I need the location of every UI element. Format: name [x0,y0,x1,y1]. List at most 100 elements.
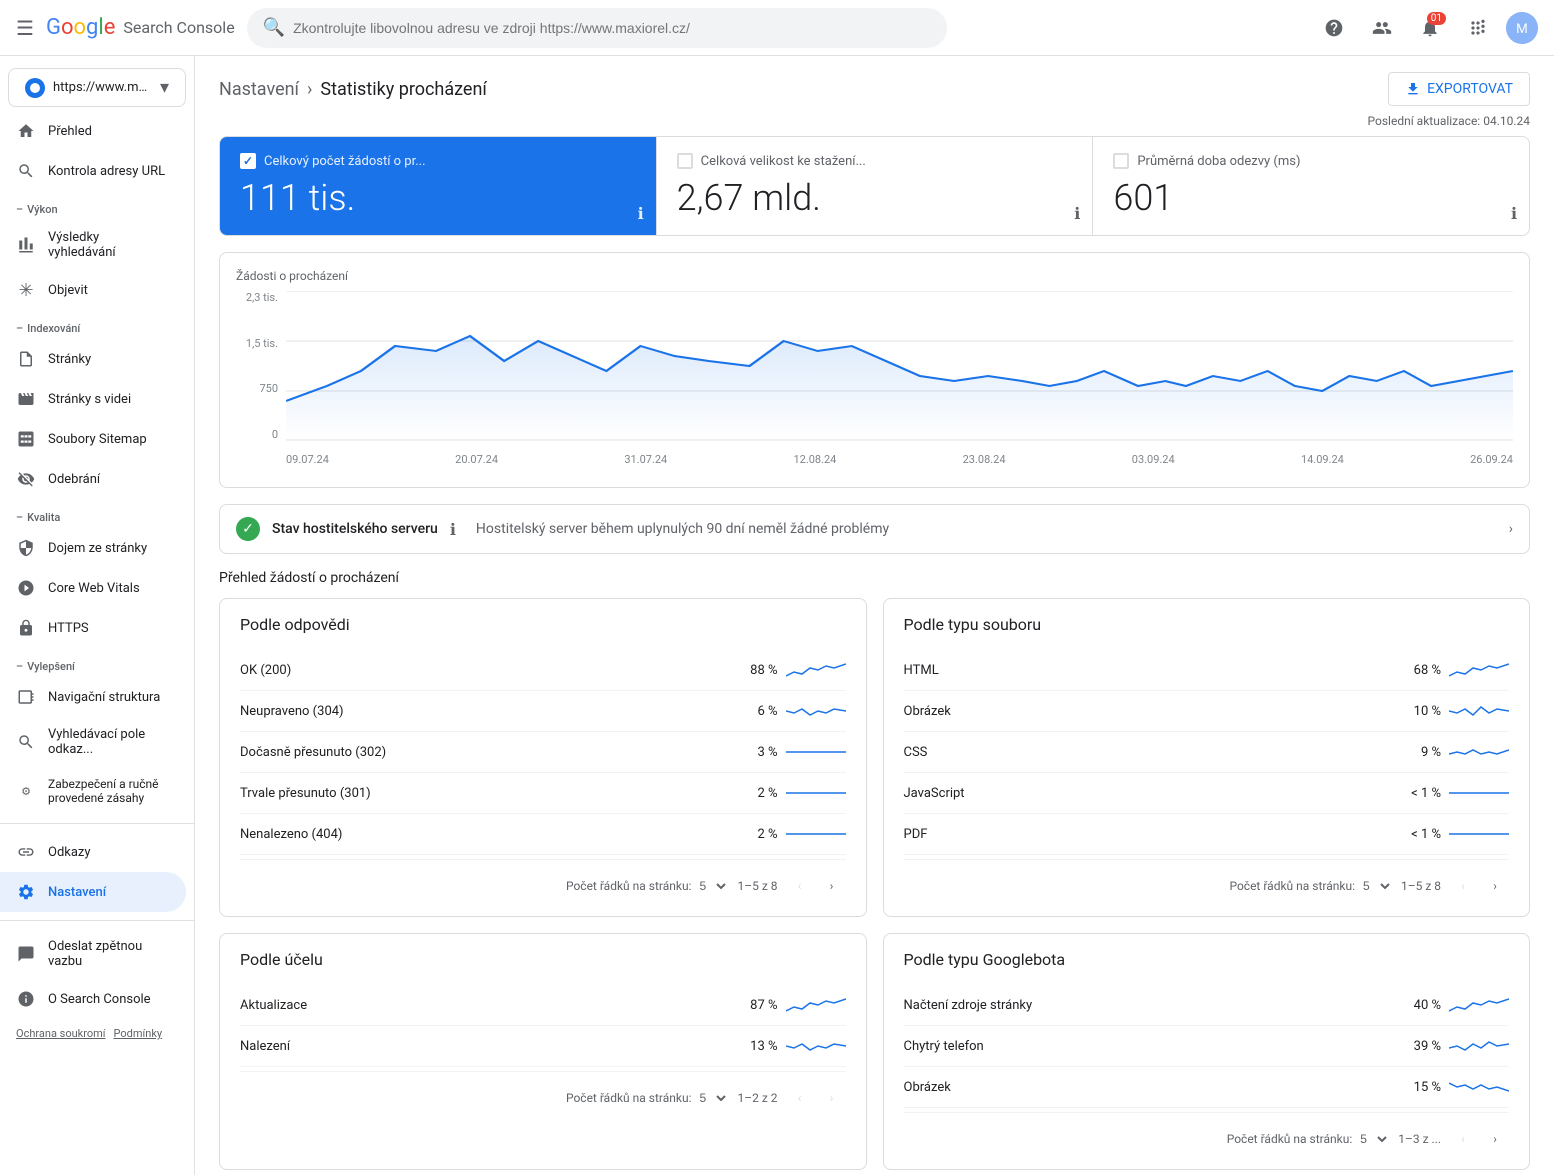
prev-page-btn[interactable]: ‹ [1449,1125,1477,1153]
rows-select[interactable]: 510 [1359,878,1393,894]
rows-label: Počet řádků na stránku: [1227,1132,1353,1146]
row-value: 68 % [1405,663,1441,678]
table-title-googlebot: Podle typu Googlebota [904,950,1510,969]
sidebar-item-feedback[interactable]: Odeslat zpětnou vazbu [0,929,186,979]
last-update: Poslední aktualizace: 04.10.24 [195,114,1554,136]
row-value: < 1 % [1405,786,1441,801]
sidebar-item-objevit[interactable]: ✳ Objevit [0,270,186,310]
rows-per-page-select[interactable]: Počet řádků na stránku: 510 [566,1090,730,1106]
help-button[interactable] [1314,8,1354,48]
search-url-icon [16,161,36,181]
rows-select[interactable]: 510 [695,1090,729,1106]
avatar[interactable]: M [1506,12,1538,44]
stat-card-requests[interactable]: ✓ Celkový počet žádostí o pr... 111 tis.… [220,137,657,235]
row-value: 40 % [1405,998,1441,1013]
stat-card-checkbox-size[interactable] [677,153,693,169]
sidebar-item-label-objevit: Objevit [48,283,88,298]
chart-x-label-7: 26.09.24 [1470,453,1513,466]
topbar-logo: Google Search Console [46,15,235,40]
row-value: 3 % [742,745,778,760]
next-page-btn[interactable]: › [818,872,846,900]
rows-label: Počet řádků na stránku: [1229,879,1355,893]
chart-x-label-0: 09.07.24 [286,453,329,466]
sidebar-item-nastaveni[interactable]: Nastavení [0,872,186,912]
chart-y-label-1: 1,5 tis. [236,337,286,350]
svg-text:M: M [1516,20,1528,36]
sidebar-item-url[interactable]: Kontrola adresy URL [0,151,186,191]
stat-card-response[interactable]: Průměrná doba odezvy (ms) 601 ℹ [1093,137,1529,235]
mini-chart [1449,993,1509,1017]
links-icon [16,842,36,862]
stat-card-header-response: Průměrná doba odezvy (ms) [1113,153,1509,169]
row-label: Obrázek [904,1080,1398,1095]
breadcrumb: Nastavení › Statistiky procházení [219,79,487,100]
menu-icon[interactable]: ☰ [16,16,34,40]
stat-card-info-requests[interactable]: ℹ [638,204,644,223]
sidebar-item-stranky[interactable]: Stránky [0,339,186,379]
stat-cards: ✓ Celkový počet žádostí o pr... 111 tis.… [219,136,1530,236]
rows-label: Počet řádků na stránku: [566,1091,692,1105]
topbar: ☰ Google Search Console 🔍 01 M [0,0,1554,56]
mini-chart [1449,740,1509,764]
sidebar-item-about[interactable]: O Search Console [0,979,186,1019]
sidebar-item-videi[interactable]: Stránky s videi [0,379,186,419]
apps-button[interactable] [1458,8,1498,48]
status-chevron-icon[interactable]: › [1509,521,1513,537]
stat-card-checkbox-response[interactable] [1113,153,1129,169]
rows-per-page-select[interactable]: Počet řádků na stránku: 510 [566,878,730,894]
rows-select[interactable]: 510 [1356,1131,1390,1147]
sidebar-item-cwv[interactable]: Core Web Vitals [0,568,186,608]
property-selector[interactable]: https://www.maxior ... ▾ [8,68,186,107]
export-button[interactable]: EXPORTOVAT [1388,72,1530,106]
prev-page-btn[interactable]: ‹ [1449,872,1477,900]
notifications-button[interactable]: 01 [1410,8,1450,48]
rows-select[interactable]: 510 [695,878,729,894]
sidebar-item-odkazy[interactable]: Odkazy [0,832,186,872]
accounts-button[interactable] [1362,8,1402,48]
status-info-icon[interactable]: ℹ [450,520,456,539]
terms-link[interactable]: Podmínky [114,1027,163,1040]
row-value: 87 % [742,998,778,1013]
sidebar-item-vysledky[interactable]: Výsledky vyhledávání [0,220,186,270]
stat-card-size[interactable]: Celková velikost ke stažení... 2,67 mld.… [657,137,1094,235]
row-value: 10 % [1405,704,1441,719]
prev-page-btn[interactable]: ‹ [786,1084,814,1112]
stat-card-info-response[interactable]: ℹ [1511,204,1517,223]
sidebar-item-odebrani[interactable]: Odebrání [0,459,186,499]
lock-icon [16,618,36,638]
stat-card-checkbox-requests[interactable]: ✓ [240,153,256,169]
breadcrumb-parent[interactable]: Nastavení [219,79,299,100]
breadcrumb-separator: › [307,79,312,100]
privacy-link[interactable]: Ochrana soukromí [16,1027,106,1040]
row-label: Dočasně přesunuto (302) [240,745,734,760]
table-row: Trvale přesunuto (301) 2 % [240,773,846,814]
table-nav: ‹ › [786,1084,846,1112]
table-row: OK (200) 88 % [240,650,846,691]
search-input[interactable] [293,20,931,36]
stat-card-info-size[interactable]: ℹ [1074,204,1080,223]
sidebar-section-vylepseni: Vylepšení [0,648,194,677]
row-label: OK (200) [240,663,734,678]
next-page-btn[interactable]: › [1481,872,1509,900]
prev-page-btn[interactable]: ‹ [786,872,814,900]
search-bar[interactable]: 🔍 [247,8,947,48]
sidebar-item-label-searchbox: Vyhledávací pole odkaz... [48,727,170,757]
feedback-icon [16,944,36,964]
cwv-icon [16,578,36,598]
sidebar-item-prehled[interactable]: Přehled [0,111,186,151]
table-row: JavaScript < 1 % [904,773,1510,814]
rows-per-page-select[interactable]: Počet řádků na stránku: 510 [1227,1131,1391,1147]
mini-chart [1449,1075,1509,1099]
next-page-btn[interactable]: › [818,1084,846,1112]
sidebar-item-searchbox[interactable]: Vyhledávací pole odkaz... [0,717,186,767]
sidebar-item-sitemap[interactable]: Soubory Sitemap [0,419,186,459]
sidebar-item-nav[interactable]: Navigační struktura [0,677,186,717]
sidebar-item-https[interactable]: HTTPS [0,608,186,648]
next-page-btn[interactable]: › [1481,1125,1509,1153]
sidebar-item-dojem[interactable]: Dojem ze stránky [0,528,186,568]
sidebar-item-security[interactable]: ⚙ Zabezpečení a ručně provedené zásahy [0,767,186,815]
rows-per-page-select[interactable]: Počet řádků na stránku: 510 [1229,878,1393,894]
mini-chart [1449,781,1509,805]
status-bar: ✓ Stav hostitelského serveru ℹ Hostitels… [219,504,1530,554]
experience-icon [16,538,36,558]
